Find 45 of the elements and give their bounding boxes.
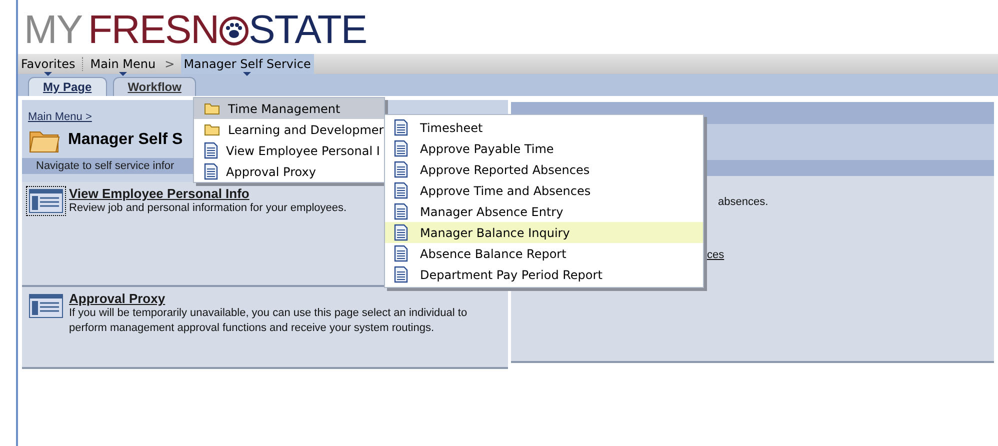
tile-description: Review job and personal information for your employees. <box>69 201 347 216</box>
panel-text: absences. <box>718 195 768 210</box>
document-icon <box>204 163 218 180</box>
tile-icon-frame[interactable] <box>26 291 66 321</box>
nav-menu-button[interactable]: Manager Self Service <box>180 54 314 74</box>
document-icon <box>204 142 218 159</box>
document-icon <box>394 182 408 199</box>
logo-text: FRESN <box>88 10 219 50</box>
nav-menu-button[interactable]: Main Menu <box>87 54 159 74</box>
document-icon <box>394 224 408 241</box>
breadcrumb-separator: > <box>164 56 175 73</box>
tile-description: If you will be temporarily unavailable, you can use this page select an individual to perform management approval functions and receive your system routings. <box>69 306 468 336</box>
tile-title-link[interactable]: View Employee Personal Info <box>69 186 250 201</box>
logo-text: STATE <box>248 10 367 50</box>
panel-link[interactable]: ces <box>707 247 724 264</box>
menu-item[interactable]: Time Management <box>194 98 384 119</box>
submenu-item[interactable]: Absence Balance Report <box>385 243 703 264</box>
window-icon <box>29 294 63 318</box>
document-icon <box>394 245 408 262</box>
submenu-item[interactable]: Approve Payable Time <box>385 138 703 159</box>
document-icon <box>394 161 408 178</box>
menu-item[interactable]: Learning and Developmer <box>194 119 384 140</box>
tab[interactable]: My Page <box>28 77 107 96</box>
menu-item[interactable]: View Employee Personal I <box>194 140 384 161</box>
document-icon <box>394 119 408 136</box>
caret-icon <box>243 72 252 76</box>
tile-title-link[interactable]: Approval Proxy <box>69 291 166 306</box>
nav-menu-button[interactable]: Favorites <box>18 54 78 74</box>
breadcrumb-link[interactable]: Main Menu > <box>28 111 92 123</box>
submenu-item[interactable]: Timesheet <box>385 117 703 138</box>
submenu-item[interactable]: Manager Absence Entry <box>385 201 703 222</box>
folder-icon <box>204 102 220 115</box>
submenu-item[interactable]: Manager Balance Inquiry <box>385 222 703 243</box>
submenu-item[interactable]: Approve Time and Absences <box>385 180 703 201</box>
submenu-item[interactable]: Department Pay Period Report <box>385 264 703 285</box>
document-icon <box>394 140 408 157</box>
logo-text: MY <box>24 10 82 50</box>
tab[interactable]: Workflow <box>112 77 196 96</box>
tile-icon-frame[interactable] <box>26 186 66 216</box>
document-icon <box>394 203 408 220</box>
folder-icon <box>204 123 220 136</box>
paw-logo-icon <box>218 15 249 47</box>
document-icon <box>394 266 408 283</box>
window-icon <box>29 189 63 213</box>
page-title: Manager Self S <box>68 130 183 150</box>
